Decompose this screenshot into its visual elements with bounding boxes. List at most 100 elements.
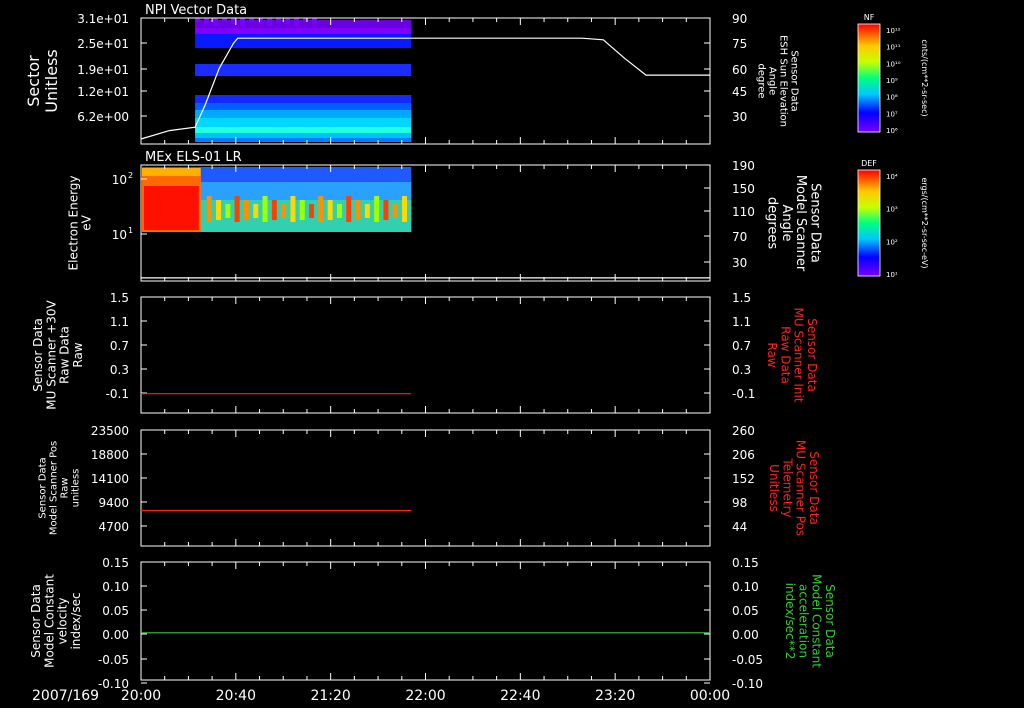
axis-label-right: degree (756, 63, 767, 98)
axis-label-right: Unitless (767, 464, 781, 512)
els-heatmap-streak (318, 196, 324, 222)
y-tick-label-left: 3.1e+01 (77, 12, 129, 26)
axis-label-left: Electron Energy (66, 175, 80, 270)
y-tick-label-right: 44 (732, 520, 747, 534)
y-tick-label-right: 1.1 (732, 315, 751, 329)
nf-colorbar-label: 10⁹ (886, 77, 898, 85)
axis-label-right: Angle (767, 67, 778, 95)
y-tick-label-right: 30 (732, 256, 747, 270)
axis-label-left: unitless (71, 469, 82, 508)
els-heatmap-streak (206, 196, 212, 222)
y-tick-label-right: 30 (732, 110, 747, 124)
axis-label-right: Telemetry (780, 457, 794, 517)
els-heatmap-streak (374, 196, 380, 222)
axis-label-right: Angle (779, 205, 794, 242)
y-tick-label-left: 23500 (91, 424, 129, 438)
axis-label-left: eV (80, 214, 94, 230)
time-tick-label: 21:20 (310, 688, 350, 704)
axis-label-right: Sensor Data (823, 584, 837, 658)
npi-spectrogram-band (195, 34, 412, 48)
y-tick-label-right: 152 (732, 472, 755, 486)
date-label: 2007/169 (32, 688, 99, 704)
axis-label-left: Sensor Data (38, 457, 49, 518)
def-colorbar-label: 10¹ (886, 271, 898, 279)
y-tick-label-left: 14100 (91, 472, 129, 486)
panel-title-els: MEx ELS-01 LR (145, 150, 242, 165)
els-heatmap-hot-region (144, 186, 199, 230)
axis-label-right: Raw (765, 342, 779, 367)
nf-colorbar-label: 10⁷ (886, 110, 898, 118)
y-tick-label-right: -0.05 (732, 653, 763, 667)
els-heatmap-streak (281, 204, 287, 218)
els-heatmap-streak (327, 200, 333, 220)
panel-title-npi: NPI Vector Data (145, 3, 247, 18)
npi-spectrogram-speckle (285, 18, 291, 24)
y-tick-label-right: 150 (732, 182, 755, 196)
def-colorbar-label: 10⁴ (886, 173, 898, 181)
time-tick-label: 20:40 (216, 688, 256, 704)
axis-label-right: ESH Sun Elevation (778, 35, 789, 127)
axis-label-right: MU Scanner Init (792, 307, 806, 402)
nf-colorbar-label: 10¹¹ (886, 44, 901, 52)
nf-colorbar-label: 10⁶ (886, 127, 898, 135)
nf-colorbar (857, 23, 881, 133)
y-tick-label-left: -0.05 (98, 653, 129, 667)
y-tick-label-left: 1.1 (110, 315, 129, 329)
y-tick-label-left: 1.2e+01 (77, 85, 129, 99)
y-tick-label-left: 0.3 (110, 363, 129, 377)
def-colorbar-label: 10² (886, 238, 898, 246)
axis-label-left: Unitless (42, 49, 61, 113)
y-tick-label-left: 10 (112, 228, 127, 242)
y-tick-label-left: 0.15 (102, 556, 129, 570)
els-heatmap-streak (216, 200, 222, 220)
npi-spectrogram-band (195, 138, 412, 142)
y-tick-label-right: 0.3 (732, 363, 751, 377)
els-heatmap-streak (309, 204, 315, 218)
axis-label-right: Sensor Data (807, 451, 821, 525)
def-colorbar-unit: ergs/(cm**2-sr-sec-eV) (920, 177, 929, 268)
npi-spectrogram-speckle (258, 18, 264, 24)
els-heatmap-streak (262, 196, 268, 222)
y-tick-label-left: 1.9e+01 (77, 63, 129, 77)
y-tick-label-left: 1.5 (110, 291, 129, 305)
els-heatmap-streak (336, 204, 342, 218)
y-tick-label-right: 1.5 (732, 291, 751, 305)
npi-spectrogram-band (195, 118, 412, 127)
y-tick-label-right: 45 (732, 85, 747, 99)
npi-spectrogram-band (195, 103, 412, 110)
els-heatmap-streak (225, 204, 231, 218)
npi-spectrogram-band (195, 28, 412, 34)
axis-label-right: acceleration (796, 584, 810, 658)
y-tick-label-left: 0.00 (102, 628, 129, 642)
axis-label-left: Model Constant (42, 574, 56, 668)
axis-label-left: index/sec (69, 592, 83, 649)
y-tick-label-right: 0.7 (732, 339, 751, 353)
npi-spectrogram-speckle (267, 18, 273, 26)
npi-spectrogram-speckle (276, 18, 282, 22)
y-tick-label-right: 110 (732, 205, 755, 219)
axis-label-left: Sensor Data (29, 584, 43, 658)
axis-label-left: Sector (24, 55, 43, 107)
npi-spectrogram-speckle (213, 18, 219, 26)
y-tick-label-left: 18800 (91, 448, 129, 462)
npi-spectrogram-band (195, 110, 412, 118)
y-tick-label-exponent: 1 (128, 226, 133, 235)
els-heatmap-streak (355, 200, 361, 220)
els-heatmap-streak (346, 196, 352, 222)
y-tick-label-right: 0.15 (732, 556, 759, 570)
time-tick-label: 20:00 (121, 688, 161, 704)
npi-spectrogram-band (195, 127, 412, 133)
y-tick-label-right: 98 (732, 496, 747, 510)
axis-label-left: Raw (71, 342, 85, 367)
axis-label-left: Raw Data (58, 326, 72, 384)
nf-colorbar-unit: cnts/(cm**2-sr-sec) (920, 39, 929, 116)
axis-label-right: Model Scanner (793, 175, 808, 272)
y-tick-label-left: -0.1 (106, 387, 129, 401)
axis-label-right: Raw Data (778, 326, 792, 384)
npi-spectrogram-speckle (312, 18, 318, 24)
y-tick-label-right: 190 (732, 159, 755, 173)
y-tick-label-left: 10 (112, 173, 127, 187)
def-colorbar-title: DEF (861, 159, 877, 168)
axis-label-right: Sensor Data (805, 318, 819, 392)
y-tick-label-right: 90 (732, 12, 747, 26)
